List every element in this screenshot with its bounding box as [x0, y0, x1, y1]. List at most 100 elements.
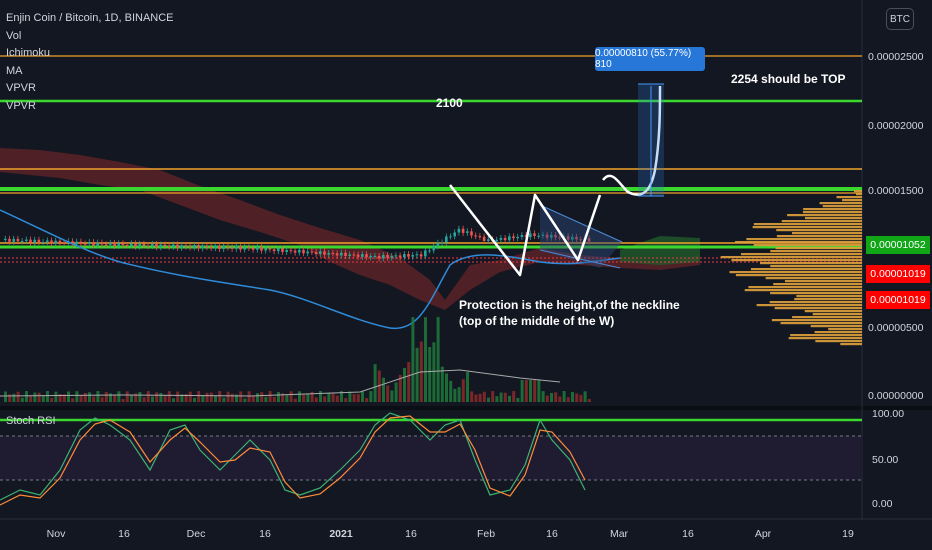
candle: [293, 250, 297, 253]
legend-indicator[interactable]: VPVR: [6, 98, 174, 116]
volume-bar: [226, 391, 230, 402]
volume-bar: [344, 398, 348, 402]
candle: [239, 246, 242, 250]
candle: [394, 255, 398, 257]
candle: [327, 252, 330, 255]
candle: [251, 248, 255, 250]
volume-bar: [470, 391, 474, 402]
legend-indicator[interactable]: Ichimoku: [6, 45, 174, 63]
legend-indicator[interactable]: Vol: [6, 28, 174, 46]
candle: [348, 254, 351, 257]
candle: [457, 228, 461, 233]
volume-bar: [411, 317, 415, 402]
volume-profile-bar: [770, 250, 862, 253]
candle: [377, 255, 381, 259]
volume-bar: [365, 398, 369, 402]
volume-bar: [512, 391, 516, 402]
volume-profile-bar: [770, 265, 862, 268]
volume-bar: [516, 397, 520, 402]
candle: [428, 250, 431, 252]
time-axis-label: 16: [118, 528, 130, 540]
protection-note-line2[interactable]: (top of the middle of the W): [459, 314, 614, 328]
volume-bar: [508, 395, 511, 402]
volume-bar: [67, 391, 70, 402]
candle: [331, 252, 335, 254]
candle: [461, 228, 465, 233]
volume-bar: [550, 392, 553, 402]
volume-profile-bar: [748, 286, 862, 289]
volume-profile: [720, 190, 862, 346]
price-axis-label: 0.00002500: [868, 51, 924, 63]
candle: [495, 239, 498, 242]
volume-profile-bar: [729, 271, 862, 274]
currency-badge[interactable]: BTC: [886, 8, 914, 30]
volume-bar: [92, 396, 96, 402]
candle: [79, 241, 83, 244]
candle: [209, 247, 213, 249]
volume-bar: [499, 392, 503, 402]
candle: [298, 249, 301, 253]
candle: [180, 245, 183, 248]
volume-profile-bar: [796, 295, 862, 298]
volume-bar: [356, 394, 360, 402]
volume-bar: [113, 394, 117, 402]
volume-profile-bar: [774, 307, 862, 310]
candle: [83, 243, 87, 245]
volume-profile-bar: [810, 325, 862, 328]
volume-bar: [218, 391, 222, 402]
candle: [474, 235, 477, 237]
level-note[interactable]: 2100: [436, 96, 463, 110]
candle: [193, 245, 196, 248]
rsi-axis-label: 50.00: [872, 454, 898, 466]
legend-indicator[interactable]: VPVR: [6, 80, 174, 98]
candle: [222, 246, 225, 249]
volume-profile-bar: [804, 310, 862, 313]
volume-bar: [487, 397, 490, 402]
price-axis-label: 0.00000000: [868, 390, 924, 402]
volume-bar: [188, 391, 192, 402]
measure-label[interactable]: 0.00000810 (55.77%) 810: [595, 47, 705, 71]
candle: [235, 246, 238, 249]
volume-bar: [260, 392, 264, 402]
candle: [369, 255, 372, 258]
volume-bar: [130, 394, 133, 402]
candle: [230, 247, 234, 249]
top-note[interactable]: 2254 should be TOP: [731, 72, 845, 86]
candle: [130, 243, 133, 246]
volume-bar: [415, 347, 419, 402]
chart-legend: Enjin Coin / Bitcoin, 1D, BINANCE Vol Ic…: [6, 10, 174, 116]
volume-bar: [151, 396, 154, 402]
volume-bar: [571, 391, 574, 402]
volume-bar: [361, 391, 364, 402]
volume-profile-bar: [753, 223, 862, 226]
volume-bar: [172, 398, 175, 402]
volume-bar: [4, 391, 7, 402]
candle: [109, 242, 112, 245]
candle: [218, 245, 221, 249]
volume-bar: [142, 397, 146, 402]
volume-bar: [566, 397, 570, 402]
volume-bar: [121, 398, 125, 402]
volume-bar: [323, 396, 327, 402]
candle: [499, 238, 503, 240]
volume-bar: [482, 391, 486, 402]
volume-profile-bar: [744, 289, 862, 292]
protection-note-line1[interactable]: Protection is the height,of the neckline: [459, 298, 680, 312]
candle: [272, 249, 276, 252]
volume-bar: [478, 393, 482, 402]
volume-bar: [247, 391, 251, 402]
time-axis-label: Feb: [477, 528, 495, 540]
volume-bar: [29, 396, 33, 402]
volume-bar: [529, 380, 532, 402]
volume-bar: [503, 392, 507, 402]
legend-indicator[interactable]: MA: [6, 63, 174, 81]
volume-profile-bar: [822, 205, 862, 208]
volume-bar: [466, 371, 469, 402]
volume-bar: [394, 382, 398, 402]
volume-bar: [474, 394, 478, 402]
candle: [281, 248, 284, 252]
volume-bar: [256, 393, 259, 402]
volume-bar: [197, 391, 201, 402]
price-axis-label: 0.00001500: [868, 185, 924, 197]
candle: [344, 252, 347, 257]
